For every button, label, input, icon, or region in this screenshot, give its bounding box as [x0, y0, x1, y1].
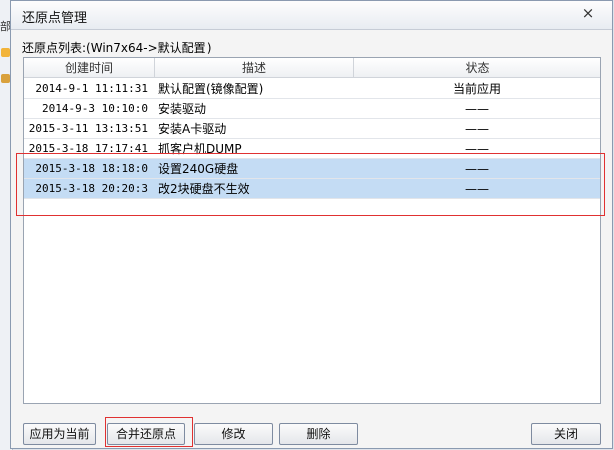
column-header-created[interactable]: 创建时间: [24, 58, 155, 78]
close-icon[interactable]: ×: [580, 4, 596, 22]
cell-created-time: 2015-3-18 20:20:3: [35, 182, 148, 195]
column-header-description[interactable]: 描述: [155, 58, 354, 78]
cell-created-time: 2015-3-18 17:17:41: [28, 142, 148, 155]
table-row[interactable]: 2014-9-3 10:10:0 安装驱动 ——: [24, 99, 600, 119]
table-header: 创建时间 描述 状态: [24, 58, 600, 79]
cell-created-time: 2015-3-18 18:18:0: [35, 162, 148, 175]
restore-point-dialog: 还原点管理 × 还原点列表:(Win7x64->默认配置) 创建时间 描述 状态…: [10, 0, 613, 449]
cell-description: 设置240G硬盘: [158, 162, 239, 176]
cell-description: 安装驱动: [158, 102, 207, 116]
background-app-icon: [1, 74, 10, 83]
cell-status: 当前应用: [452, 82, 501, 96]
background-app-icon: [1, 48, 10, 57]
caption-prefix: 还原点列表:(Win7x64->: [22, 41, 158, 55]
cell-status: ——: [465, 162, 489, 176]
caption-suffix: ): [205, 41, 213, 55]
table-row[interactable]: 2015-3-18 20:20:3 改2块硬盘不生效 ——: [24, 179, 600, 199]
dialog-title: 还原点管理: [22, 11, 88, 26]
cell-status: ——: [465, 102, 489, 116]
restore-point-table: 创建时间 描述 状态 2014-9-1 11:11:31 默认配置(镜像配置) 当前…: [23, 57, 601, 404]
cell-created-time: 2014-9-1 11:11:31: [35, 82, 148, 95]
edit-button[interactable]: 修改: [194, 423, 273, 445]
cell-created-time: 2014-9-3 10:10:0: [42, 102, 148, 115]
merge-restore-points-button[interactable]: 合并还原点: [107, 423, 185, 445]
cell-created-time: 2015-3-11 13:13:51: [28, 122, 148, 135]
cell-status: ——: [465, 142, 489, 156]
title-bar: 还原点管理 ×: [11, 1, 612, 30]
restore-list-caption: 还原点列表:(Win7x64->默认配置): [22, 39, 213, 56]
cell-status: ——: [465, 122, 489, 136]
cell-description: 抓客户机DUMP: [158, 142, 242, 156]
cell-description: 改2块硬盘不生效: [158, 182, 250, 196]
cell-description: 默认配置(镜像配置): [158, 82, 264, 96]
column-header-status[interactable]: 状态: [354, 58, 600, 78]
cell-status: ——: [465, 182, 489, 196]
delete-button[interactable]: 删除: [279, 423, 358, 445]
apply-as-current-button[interactable]: 应用为当前: [23, 423, 96, 445]
table-row[interactable]: 2014-9-1 11:11:31 默认配置(镜像配置) 当前应用: [24, 79, 600, 99]
table-row[interactable]: 2015-3-18 18:18:0 设置240G硬盘 ——: [24, 159, 600, 179]
table-row[interactable]: 2015-3-18 17:17:41 抓客户机DUMP ——: [24, 139, 600, 159]
close-button[interactable]: 关闭: [531, 423, 601, 445]
caption-profile: 默认配置: [157, 41, 206, 55]
table-row[interactable]: 2015-3-11 13:13:51 安装A卡驱动 ——: [24, 119, 600, 139]
cell-description: 安装A卡驱动: [158, 122, 227, 136]
